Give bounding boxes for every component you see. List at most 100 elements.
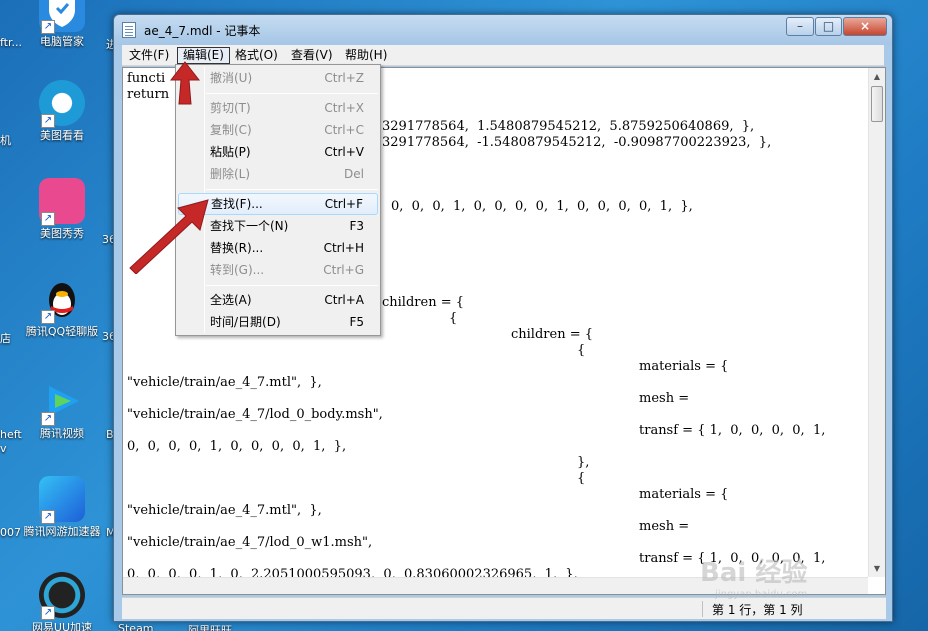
watermark-main: Bai 经验 xyxy=(700,558,808,588)
maximize-button[interactable]: □ xyxy=(815,17,842,36)
scroll-thumb[interactable] xyxy=(871,86,883,122)
minimize-button[interactable]: – xyxy=(786,17,814,36)
partial-desktop-label: Steam xyxy=(118,622,154,631)
desktop-icon-label: 美图看看 xyxy=(40,129,84,142)
menu-item-label: 复制(C) xyxy=(210,123,252,137)
desktop-icon-game-accelerator[interactable]: ↗ 腾讯网游加速器 xyxy=(22,476,102,539)
menu-item-label: 粘贴(P) xyxy=(210,145,251,159)
menu-item-label: 查找下一个(N) xyxy=(210,219,289,233)
shortcut-arrow-icon: ↗ xyxy=(41,310,55,324)
desktop-icon-label: 美图秀秀 xyxy=(40,227,84,240)
meitu-viewer-icon: ↗ xyxy=(39,80,85,128)
menu-item-shortcut: Del xyxy=(344,167,364,181)
baidu-watermark: Bai 经验 jingyan.baidu.com xyxy=(700,552,807,600)
qq-penguin-icon: ↗ xyxy=(39,276,85,324)
editor-line: "vehicle/train/ae_4_7/lod_0_w1.msh", xyxy=(127,535,373,550)
partial-desktop-label: 机 xyxy=(0,134,11,147)
menu-item-label: 删除(L) xyxy=(210,167,251,181)
editor-line: return xyxy=(127,87,170,102)
desktop-icon-meitu-xiuxiu[interactable]: ↗ 美图秀秀 xyxy=(22,178,102,241)
editor-line: }, xyxy=(577,455,590,470)
editor-line: 3291778564, 1.5480879545212, 5.875925064… xyxy=(382,119,755,134)
desktop-icon-label: 腾讯QQ轻聊版 xyxy=(25,325,99,338)
menu-format[interactable]: 格式(O) xyxy=(230,47,283,64)
partial-desktop-label: 店 xyxy=(0,332,11,345)
menu-item-delete[interactable]: 删除(L) Del xyxy=(178,163,378,185)
close-button[interactable]: × xyxy=(843,17,887,36)
menu-item-find-next[interactable]: 查找下一个(N) F3 xyxy=(178,215,378,237)
scroll-up-icon[interactable]: ▲ xyxy=(869,68,885,85)
editor-line: materials = { xyxy=(639,359,729,374)
menu-item-time-date[interactable]: 时间/日期(D) F5 xyxy=(178,311,378,333)
game-accelerator-icon: ↗ xyxy=(39,476,85,524)
menu-separator xyxy=(206,189,378,190)
cursor-position: 第 1 行，第 1 列 xyxy=(712,603,803,617)
menu-item-shortcut: Ctrl+X xyxy=(324,101,364,115)
menu-edit[interactable]: 编辑(E) xyxy=(177,47,230,64)
desktop-icon-label: 电脑管家 xyxy=(40,35,84,48)
vertical-scrollbar[interactable]: ▲ ▼ xyxy=(868,68,885,577)
menu-item-undo[interactable]: 撤消(U) Ctrl+Z xyxy=(178,67,378,89)
editor-line: { xyxy=(577,471,586,486)
desktop-icon-label: 网易UU加速 xyxy=(31,621,93,631)
partial-desktop-label: 007 xyxy=(0,526,21,539)
menu-item-shortcut: Ctrl+V xyxy=(324,145,364,159)
menu-item-shortcut: Ctrl+A xyxy=(324,293,364,307)
shortcut-arrow-icon: ↗ xyxy=(41,20,55,34)
menu-item-paste[interactable]: 粘贴(P) Ctrl+V xyxy=(178,141,378,163)
menu-help[interactable]: 帮助(H) xyxy=(340,47,392,64)
menu-item-label: 转到(G)... xyxy=(210,263,265,277)
menu-item-replace[interactable]: 替换(R)... Ctrl+H xyxy=(178,237,378,259)
menu-item-select-all[interactable]: 全选(A) Ctrl+A xyxy=(178,289,378,311)
scroll-down-icon[interactable]: ▼ xyxy=(869,560,885,577)
partial-desktop-label: heft xyxy=(0,428,22,441)
desktop-icon-meitu-viewer[interactable]: ↗ 美图看看 xyxy=(22,80,102,143)
status-divider xyxy=(702,601,703,617)
editor-line: { xyxy=(577,343,586,358)
shortcut-arrow-icon: ↗ xyxy=(41,510,55,524)
editor-line: 0, 0, 0, 1, 0, 0, 0, 0, 1, 0, 0, 0, 0, 1… xyxy=(391,199,693,214)
shortcut-arrow-icon: ↗ xyxy=(41,212,55,226)
shortcut-arrow-icon: ↗ xyxy=(41,114,55,128)
shortcut-arrow-icon: ↗ xyxy=(41,412,55,426)
editor-line: "vehicle/train/ae_4_7/lod_0_body.msh", xyxy=(127,407,383,422)
watermark-sub: jingyan.baidu.com xyxy=(715,589,808,600)
desktop-icon-tencent-video[interactable]: ↗ 腾讯视频 xyxy=(22,378,102,441)
menu-item-shortcut: Ctrl+H xyxy=(323,241,364,255)
menu-item-shortcut: Ctrl+F xyxy=(324,197,363,211)
menu-item-label: 全选(A) xyxy=(210,293,252,307)
menu-item-shortcut: Ctrl+G xyxy=(323,263,364,277)
editor-line: "vehicle/train/ae_4_7.mtl", }, xyxy=(127,503,322,518)
shortcut-arrow-icon: ↗ xyxy=(41,606,55,620)
desktop-icon-label: 腾讯网游加速器 xyxy=(23,525,101,538)
menu-item-copy[interactable]: 复制(C) Ctrl+C xyxy=(178,119,378,141)
editor-line: children = { xyxy=(511,327,593,342)
menu-item-label: 撤消(U) xyxy=(210,71,253,85)
pc-manager-icon: ↗ xyxy=(39,0,85,34)
editor-line: 0, 0, 0, 0, 1, 0, 0, 0, 0, 1, }, xyxy=(127,439,347,454)
title-bar[interactable]: ae_4_7.mdl - 记事本 – □ × xyxy=(114,15,892,45)
editor-line: children = { xyxy=(382,295,464,310)
window-title: ae_4_7.mdl - 记事本 xyxy=(144,24,261,38)
menu-item-goto[interactable]: 转到(G)... Ctrl+G xyxy=(178,259,378,281)
menu-item-label: 查找(F)... xyxy=(211,197,263,211)
uu-accelerator-icon: ↗ xyxy=(39,572,85,620)
editor-line: functi xyxy=(127,71,166,86)
menu-view[interactable]: 查看(V) xyxy=(286,47,338,64)
menu-separator xyxy=(206,93,378,94)
menu-file[interactable]: 文件(F) xyxy=(124,47,174,64)
menu-item-find[interactable]: 查找(F)... Ctrl+F xyxy=(178,193,378,215)
desktop-icon-uu-accelerator[interactable]: ↗ 网易UU加速 xyxy=(22,572,102,631)
editor-line: { xyxy=(449,311,458,326)
menu-separator xyxy=(206,285,378,286)
menu-item-shortcut: F3 xyxy=(349,219,364,233)
editor-line: "vehicle/train/ae_4_7.mtl", }, xyxy=(127,375,322,390)
editor-line: mesh = xyxy=(639,519,690,534)
editor-line: mesh = xyxy=(639,391,690,406)
partial-desktop-label: 阿里旺旺 xyxy=(188,624,232,631)
desktop-icon-qq[interactable]: ↗ 腾讯QQ轻聊版 xyxy=(22,276,102,339)
editor-line: materials = { xyxy=(639,487,729,502)
desktop-icon-pc-manager[interactable]: ↗ 电脑管家 xyxy=(22,0,102,49)
menu-item-cut[interactable]: 剪切(T) Ctrl+X xyxy=(178,97,378,119)
notepad-app-icon xyxy=(122,22,136,38)
